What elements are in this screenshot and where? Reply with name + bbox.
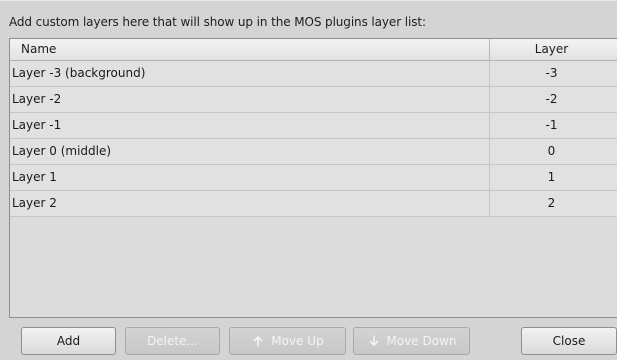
table-row[interactable]: Layer 1 1 bbox=[10, 165, 617, 191]
cell-name[interactable]: Layer -2 bbox=[10, 87, 490, 112]
cell-name[interactable]: Layer -3 (background) bbox=[10, 61, 490, 86]
column-header-name[interactable]: Name bbox=[10, 39, 490, 60]
cell-layer[interactable]: 0 bbox=[490, 139, 617, 164]
table-row[interactable]: Layer -3 (background) -3 bbox=[10, 61, 617, 87]
cell-layer[interactable]: -1 bbox=[490, 113, 617, 138]
cell-layer[interactable]: -2 bbox=[490, 87, 617, 112]
table-row[interactable]: Layer -1 -1 bbox=[10, 113, 617, 139]
arrow-up-icon bbox=[251, 334, 265, 348]
close-button-label: Close bbox=[552, 334, 586, 348]
arrow-down-icon bbox=[367, 334, 381, 348]
delete-button-label: Delete... bbox=[147, 334, 198, 348]
layer-dialog: Add custom layers here that will show up… bbox=[0, 0, 617, 360]
table-body: Layer -3 (background) -3 Layer -2 -2 Lay… bbox=[10, 61, 617, 217]
instruction-label: Add custom layers here that will show up… bbox=[9, 15, 426, 29]
cell-name[interactable]: Layer 1 bbox=[10, 165, 490, 190]
move-up-button[interactable]: Move Up bbox=[229, 327, 346, 355]
cell-name[interactable]: Layer 2 bbox=[10, 191, 490, 216]
cell-name[interactable]: Layer 0 (middle) bbox=[10, 139, 490, 164]
cell-name[interactable]: Layer -1 bbox=[10, 113, 490, 138]
add-button-label: Add bbox=[56, 334, 81, 348]
move-down-button[interactable]: Move Down bbox=[353, 327, 470, 355]
table-row[interactable]: Layer 2 2 bbox=[10, 191, 617, 217]
column-header-layer[interactable]: Layer bbox=[490, 39, 617, 60]
move-down-button-label: Move Down bbox=[386, 334, 457, 348]
cell-layer[interactable]: -3 bbox=[490, 61, 617, 86]
layer-table[interactable]: Name Layer Layer -3 (background) -3 Laye… bbox=[9, 38, 617, 318]
delete-button[interactable]: Delete... bbox=[125, 327, 220, 355]
add-button[interactable]: Add bbox=[21, 327, 116, 355]
table-header: Name Layer bbox=[10, 39, 617, 61]
close-button[interactable]: Close bbox=[521, 327, 617, 355]
table-row[interactable]: Layer 0 (middle) 0 bbox=[10, 139, 617, 165]
move-up-button-label: Move Up bbox=[271, 334, 324, 348]
cell-layer[interactable]: 1 bbox=[490, 165, 617, 190]
cell-layer[interactable]: 2 bbox=[490, 191, 617, 216]
table-row[interactable]: Layer -2 -2 bbox=[10, 87, 617, 113]
